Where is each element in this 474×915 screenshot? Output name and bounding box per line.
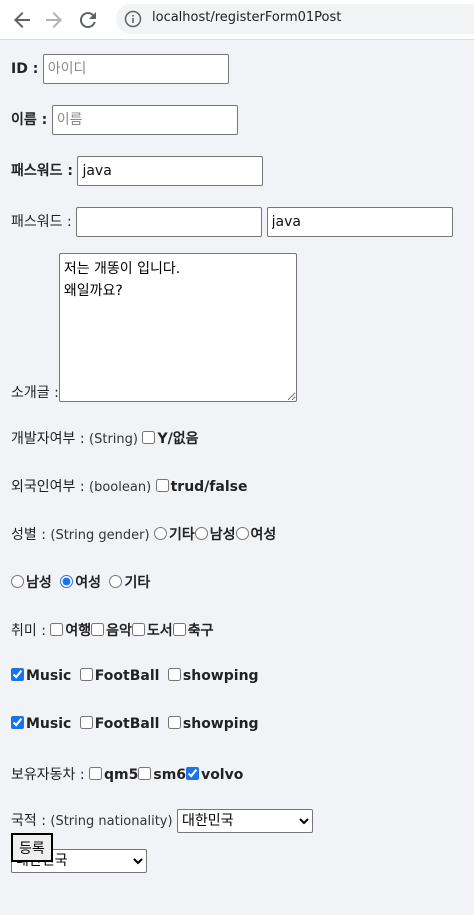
forward-arrow-icon[interactable] [42, 8, 66, 32]
id-label: ID : [11, 61, 39, 77]
developer-row: 개발자여부 : (String) Y/없음 [11, 428, 198, 448]
hobby-option-label: 축구 [187, 623, 214, 639]
car-checkbox-volvo[interactable] [186, 767, 200, 780]
developer-option-label: Y/없음 [157, 431, 199, 447]
gender-option-label: 기타 [169, 527, 195, 543]
name-row: 이름 : [11, 105, 238, 135]
gender2-radio-other[interactable] [109, 575, 123, 588]
hobby-option-label: 도서 [146, 623, 173, 639]
developer-label: 개발자여부 : [11, 431, 85, 447]
sports2-checkbox-music[interactable] [11, 716, 24, 729]
foreigner-checkbox[interactable] [155, 479, 169, 492]
sports2-checkbox-football[interactable] [79, 716, 93, 729]
gender2-radio-male[interactable] [11, 575, 24, 588]
foreigner-label: 외국인여부 : [11, 479, 85, 495]
gender-label: 성별 : [11, 527, 46, 543]
car-option-label: sm6 [153, 767, 187, 783]
gender2-row: 남성 여성 기타 [11, 572, 150, 592]
car-option-label: volvo [201, 767, 244, 783]
car-row: 보유자동차 : qm5 sm6 volvo [11, 764, 243, 784]
intro-textarea[interactable]: 저는 개똥이 입니다. 왜일까요? [58, 253, 297, 402]
sports1-row: Music FootBall showping [11, 668, 259, 684]
intro-label: 소개글 : [11, 385, 59, 401]
reload-icon[interactable] [76, 8, 100, 32]
gender-radio-male[interactable] [194, 527, 208, 540]
nationality-select[interactable]: 대한민국 [177, 809, 314, 833]
id-row: ID : [11, 54, 229, 84]
hobby-label: 취미 : [11, 623, 46, 639]
nationality-label: 국적 : [11, 813, 46, 829]
password3-input[interactable] [266, 207, 453, 237]
sports2-checkbox-showping[interactable] [167, 716, 181, 729]
car-option-label: qm5 [104, 767, 139, 783]
sports2-option-label: showping [182, 716, 259, 732]
sports1-checkbox-football[interactable] [79, 668, 93, 681]
car-label: 보유자동차 : [11, 767, 85, 783]
hobby-option-label: 음악 [106, 623, 132, 639]
developer-type: (String) [89, 432, 138, 447]
sports1-option-label: showping [182, 668, 259, 684]
password-row: 패스워드 : [11, 156, 264, 186]
sports1-option-label: FootBall [94, 668, 160, 684]
hobby-checkbox-soccer[interactable] [172, 623, 186, 636]
address-bar[interactable]: localhost/registerForm01Post [116, 4, 474, 34]
browser-toolbar: localhost/registerForm01Post [0, 0, 474, 40]
hobby-checkbox-music[interactable] [91, 623, 105, 636]
sports1-checkbox-showping[interactable] [167, 668, 181, 681]
foreigner-type: (boolean) [89, 480, 152, 495]
password2-input[interactable] [76, 207, 263, 237]
name-input[interactable] [51, 105, 238, 135]
hobby-row: 취미 : 여행 음악 도서 축구 [11, 620, 213, 640]
submit-button[interactable]: 등록 [11, 833, 53, 862]
gender-option-label: 여성 [250, 527, 277, 543]
hobby-option-label: 여행 [65, 623, 92, 639]
nationality-row: 국적 : (String nationality) 대한민국 [11, 809, 314, 833]
gender2-radio-female[interactable] [60, 575, 74, 588]
hobby-checkbox-books[interactable] [131, 623, 145, 636]
gender-radio-female[interactable] [235, 527, 249, 540]
sports2-row: Music FootBall showping [11, 716, 259, 732]
intro-row: 소개글 :저는 개똥이 입니다. 왜일까요? [11, 253, 297, 402]
gender-radio-other[interactable] [154, 527, 168, 540]
car-checkbox-qm5[interactable] [89, 767, 103, 780]
sports2-option-label: FootBall [94, 716, 160, 732]
password-input[interactable] [77, 156, 264, 186]
gender-row: 성별 : (String gender) 기타 남성 여성 [11, 524, 276, 544]
gender-type: (String gender) [50, 528, 150, 543]
sports1-option-label: Music [26, 668, 72, 684]
sports1-checkbox-music[interactable] [11, 668, 24, 681]
developer-checkbox[interactable] [142, 431, 156, 444]
gender2-option-label: 여성 [75, 575, 101, 591]
car-checkbox-sm6[interactable] [138, 767, 152, 780]
back-arrow-icon[interactable] [10, 8, 34, 32]
site-info-icon[interactable] [124, 10, 142, 28]
gender-option-label: 남성 [209, 527, 236, 543]
id-input[interactable] [42, 54, 229, 84]
gender2-option-label: 남성 [26, 575, 52, 591]
url-text: localhost/registerForm01Post [152, 10, 342, 25]
gender2-option-label: 기타 [124, 575, 151, 591]
sports2-option-label: Music [26, 716, 72, 732]
hobby-checkbox-travel[interactable] [50, 623, 64, 636]
nationality-type: (String nationality) [50, 814, 173, 829]
password-label: 패스워드 : [11, 163, 73, 179]
name-label: 이름 : [11, 112, 48, 128]
password2-row: 패스워드 : [11, 207, 453, 237]
foreigner-row: 외국인여부 : (boolean) trud/false [11, 476, 247, 496]
password2-label: 패스워드 : [11, 214, 72, 230]
foreigner-option-label: trud/false [170, 479, 248, 495]
